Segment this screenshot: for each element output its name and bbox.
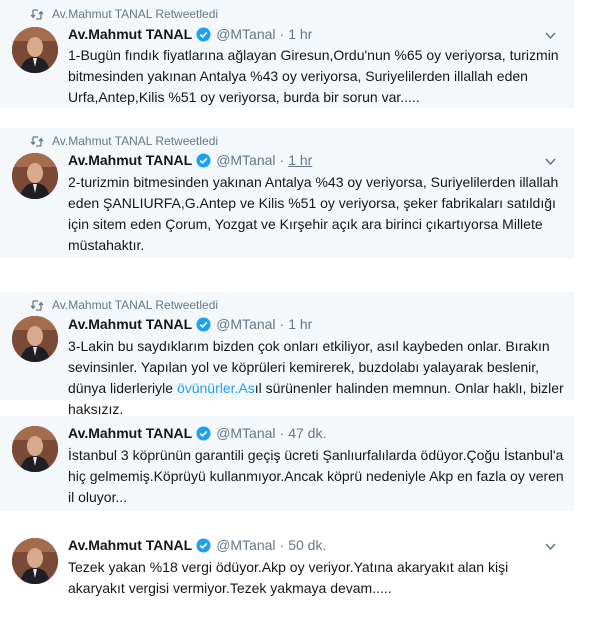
tweet-card[interactable]: Av.Mahmut TANAL @MTanal · 50 dk. Tezek y… [0, 528, 574, 620]
tweet-text: 2-turizmin bitmesinden yakınan Antalya %… [68, 174, 559, 253]
avatar[interactable] [12, 538, 58, 584]
retweet-label: Av.Mahmut TANAL Retweetledi [52, 298, 219, 312]
tweet-card[interactable]: Av.Mahmut TANAL Retweetledi Av.Mahmut TA… [0, 292, 574, 417]
verified-badge-icon [196, 316, 211, 332]
hashtag-link[interactable]: övünürler.As [177, 380, 255, 396]
tweet-card[interactable]: Av.Mahmut TANAL @MTanal · 47 dk. İstanbu… [0, 416, 574, 511]
tweet-text: 3-Lakin bu saydıklarım bizden çok onları… [68, 336, 564, 420]
display-name[interactable]: Av.Mahmut TANAL [68, 537, 192, 553]
avatar[interactable] [12, 316, 58, 362]
separator: · [279, 316, 285, 332]
timestamp[interactable]: 1 hr [288, 316, 312, 332]
tweet-card[interactable]: Av.Mahmut TANAL Retweetledi Av.Mahmut TA… [0, 0, 574, 108]
retweet-context: Av.Mahmut TANAL Retweetledi [30, 134, 218, 148]
retweet-icon [30, 135, 44, 147]
tweet-card[interactable]: Av.Mahmut TANAL Retweetledi Av.Mahmut TA… [0, 128, 574, 258]
user-handle[interactable]: @MTanal [216, 425, 275, 441]
verified-badge-icon [196, 537, 211, 553]
avatar[interactable] [12, 27, 58, 73]
avatar[interactable] [12, 153, 58, 199]
avatar[interactable] [12, 426, 58, 472]
chevron-down-icon[interactable] [545, 543, 556, 551]
verified-badge-icon [196, 26, 211, 42]
verified-badge-icon [196, 425, 211, 441]
retweet-label: Av.Mahmut TANAL Retweetledi [52, 7, 219, 21]
timestamp[interactable]: 1 hr [288, 26, 312, 42]
retweet-icon [30, 8, 44, 20]
retweet-label: Av.Mahmut TANAL Retweetledi [52, 134, 219, 148]
separator: · [279, 26, 285, 42]
user-handle[interactable]: @MTanal [216, 26, 275, 42]
chevron-down-icon[interactable] [545, 158, 556, 166]
tweet-text: Tezek yakan %18 vergi ödüyor.Akp oy veri… [68, 559, 509, 596]
display-name[interactable]: Av.Mahmut TANAL [68, 425, 192, 441]
user-handle[interactable]: @MTanal [216, 152, 275, 168]
retweet-icon [30, 299, 44, 311]
retweet-context: Av.Mahmut TANAL Retweetledi [30, 298, 218, 312]
chevron-down-icon[interactable] [545, 32, 556, 40]
timestamp[interactable]: 50 dk. [288, 537, 326, 553]
separator: · [279, 152, 285, 168]
display-name[interactable]: Av.Mahmut TANAL [68, 26, 192, 42]
display-name[interactable]: Av.Mahmut TANAL [68, 316, 192, 332]
separator: · [279, 537, 285, 553]
retweet-context: Av.Mahmut TANAL Retweetledi [30, 7, 218, 21]
separator: · [279, 425, 285, 441]
user-handle[interactable]: @MTanal [216, 537, 275, 553]
tweet-text: 1-Bugün fındık fiyatlarına ağlayan Gires… [68, 47, 559, 105]
user-handle[interactable]: @MTanal [216, 316, 275, 332]
verified-badge-icon [196, 152, 211, 168]
display-name[interactable]: Av.Mahmut TANAL [68, 152, 192, 168]
timestamp[interactable]: 1 hr [288, 152, 312, 168]
timestamp[interactable]: 47 dk. [288, 425, 326, 441]
tweet-text: İstanbul 3 köprünün garantili geçiş ücre… [68, 447, 564, 505]
